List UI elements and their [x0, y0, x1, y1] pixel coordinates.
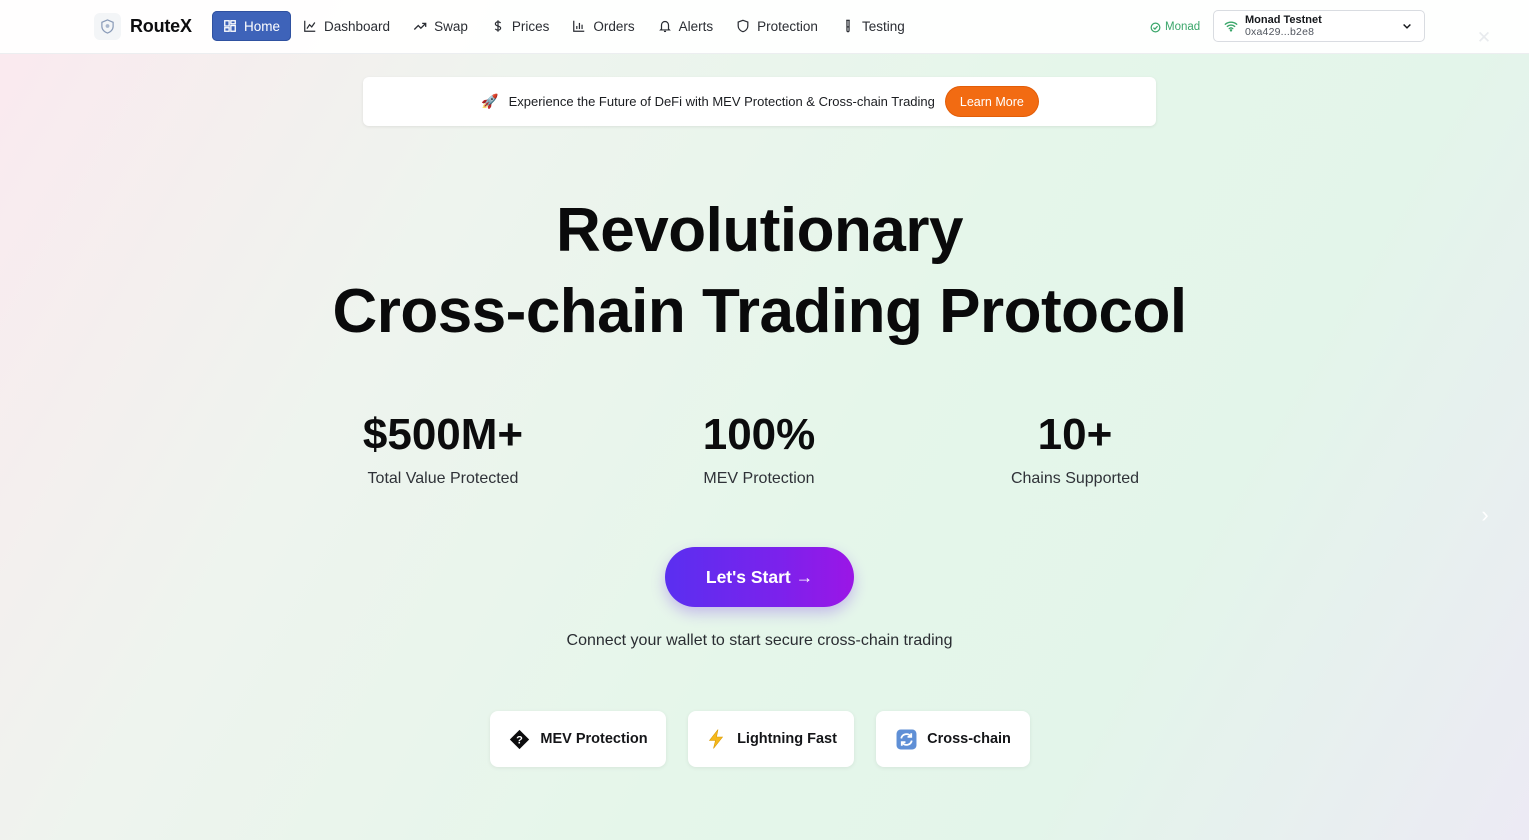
stat-label: Total Value Protected — [367, 470, 519, 487]
svg-text:?: ? — [516, 734, 523, 746]
stat-value: 100% — [702, 410, 816, 459]
bar-chart-icon — [573, 20, 585, 32]
nav-item-alerts[interactable]: Alerts — [647, 11, 725, 41]
nav-label: Home — [244, 18, 281, 34]
nav-item-protection[interactable]: Protection — [725, 11, 829, 41]
stat-label: Chains Supported — [1010, 470, 1140, 487]
nav-item-dashboard[interactable]: Dashboard — [292, 11, 401, 41]
lightning-icon — [705, 728, 727, 750]
main-nav: Home Dashboard Swap Prices Orders Alerts… — [212, 11, 917, 41]
refresh-icon — [895, 728, 917, 750]
check-circle-icon — [1150, 22, 1161, 32]
wallet-selector[interactable]: Monad Testnet 0xa429...b2e8 — [1213, 10, 1425, 42]
network-status-label: Monad — [1165, 21, 1201, 33]
lets-start-button[interactable]: Let's Start → — [665, 547, 854, 607]
chevron-right-icon[interactable]: › — [1476, 504, 1494, 526]
diamond-question-icon: ? — [508, 728, 530, 750]
feature-mev-protection[interactable]: ? MEV Protection — [490, 711, 666, 767]
chevron-down-icon — [1403, 23, 1411, 29]
nav-label: Alerts — [678, 18, 714, 34]
learn-more-button[interactable]: Learn More — [945, 87, 1038, 116]
feature-cross-chain[interactable]: Cross-chain — [876, 711, 1030, 767]
nav-item-home[interactable]: Home — [212, 11, 292, 41]
stat-total-value: $500M+ Total Value Protected — [313, 410, 573, 488]
stat-label: MEV Protection — [703, 470, 815, 487]
top-header: RouteX Home Dashboard Swap Prices Orders… — [0, 0, 1529, 54]
nav-item-swap[interactable]: Swap — [402, 11, 479, 41]
network-status-badge: Monad — [1150, 19, 1200, 35]
nav-label: Protection — [757, 18, 818, 34]
stat-chains-supported: 10+ Chains Supported — [945, 410, 1205, 488]
brand-name: RouteX — [130, 15, 192, 36]
feature-label: Lightning Fast — [737, 731, 837, 747]
routex-logo-icon — [94, 12, 121, 40]
wifi-icon — [1224, 21, 1238, 32]
bell-icon — [658, 20, 671, 33]
shield-icon — [737, 19, 749, 33]
nav-label: Prices — [511, 18, 550, 34]
close-icon[interactable]: ✕ — [1476, 29, 1492, 46]
wallet-address: 0xa429...b2e8 — [1245, 25, 1315, 38]
wallet-info: Monad Testnet 0xa429...b2e8 — [1245, 14, 1322, 39]
brand[interactable]: RouteX — [94, 11, 192, 41]
announcement-text: Experience the Future of DeFi with MEV P… — [508, 94, 935, 109]
announcement-banner: 🚀 Experience the Future of DeFi with MEV… — [363, 77, 1156, 126]
trending-up-icon — [413, 22, 427, 30]
nav-label: Testing — [861, 18, 905, 34]
feature-lightning-fast[interactable]: Lightning Fast — [688, 711, 854, 767]
hero-title: Revolutionary Cross-chain Trading Protoc… — [0, 190, 1519, 352]
wallet-network: Monad Testnet — [1245, 13, 1322, 26]
hero-title-line-1: Revolutionary — [556, 196, 963, 265]
nav-item-testing[interactable]: Testing — [830, 11, 916, 41]
feature-label: Cross-chain — [927, 731, 1011, 747]
grid-icon — [224, 20, 236, 32]
hero-title-line-2: Cross-chain Trading Protocol — [332, 277, 1187, 346]
stat-value: 10+ — [1037, 410, 1113, 459]
stat-mev-protection: 100% MEV Protection — [629, 410, 889, 488]
test-tube-icon — [846, 19, 850, 33]
nav-item-prices[interactable]: Prices — [480, 11, 561, 41]
dollar-icon — [494, 20, 502, 32]
chart-line-icon — [304, 20, 316, 32]
nav-label: Dashboard — [324, 18, 391, 34]
stat-value: $500M+ — [362, 410, 524, 459]
rocket-icon: 🚀 — [481, 93, 499, 109]
nav-item-orders[interactable]: Orders — [561, 11, 645, 41]
cta-subtext: Connect your wallet to start secure cros… — [566, 632, 953, 649]
nav-label: Orders — [593, 18, 635, 34]
feature-label: MEV Protection — [540, 731, 648, 747]
nav-label: Swap — [434, 18, 468, 34]
